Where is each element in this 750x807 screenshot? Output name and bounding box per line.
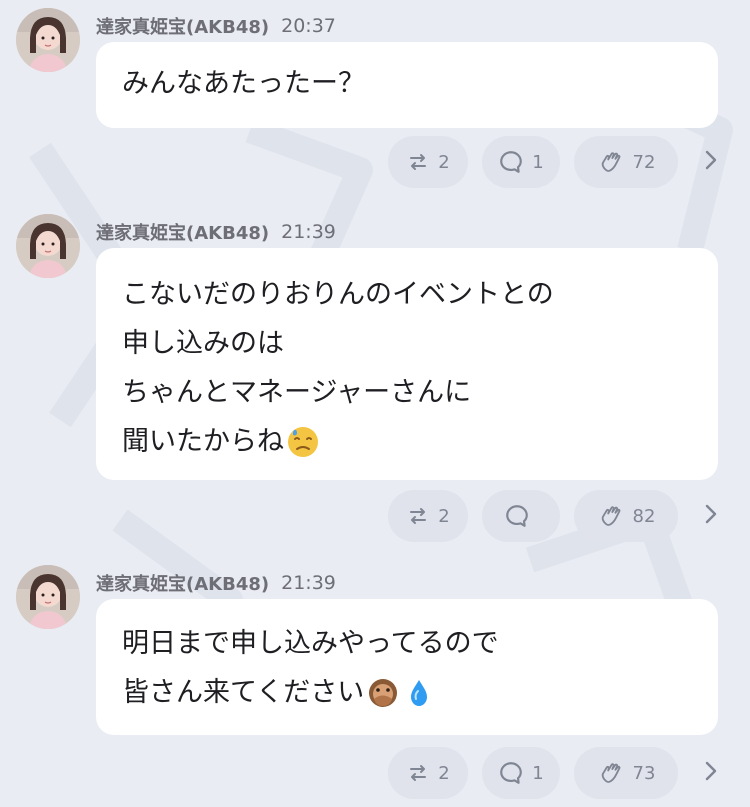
post-time: 21:39 [281, 572, 336, 594]
repost-button[interactable]: 2 [388, 136, 468, 188]
repost-count: 2 [438, 151, 450, 173]
clap-icon [597, 502, 625, 530]
message-line: 皆さん来てください [122, 668, 692, 717]
more-button[interactable] [698, 759, 724, 787]
repost-icon [406, 761, 430, 785]
message-bubble: 明日まで申し込みやってるので 皆さん来てください [96, 599, 718, 735]
comment-button[interactable]: 1 [482, 136, 560, 188]
message-line: 申し込みのは [122, 328, 284, 359]
message-line-text: 皆さん来てください [122, 677, 365, 708]
clap-count: 72 [632, 151, 656, 173]
more-button[interactable] [698, 502, 724, 530]
message-line: 明日まで申し込みやってるので [122, 628, 499, 659]
chevron-right-icon [704, 760, 718, 786]
post-meta: 達家真姫宝(AKB48) 21:39 [96, 218, 336, 246]
clap-icon [597, 148, 625, 176]
chevron-right-icon [704, 149, 718, 175]
post-meta: 達家真姫宝(AKB48) 21:39 [96, 569, 336, 597]
post: 達家真姫宝(AKB48) 21:39 明日まで申し込みやってるので 皆さん来てく… [0, 565, 750, 805]
avatar[interactable] [16, 214, 80, 278]
avatar[interactable] [16, 8, 80, 72]
author-name[interactable]: 達家真姫宝(AKB48) [96, 219, 269, 245]
clap-button[interactable]: 73 [574, 747, 678, 799]
message-line: ちゃんとマネージャーさんに [122, 377, 472, 408]
message-line: 聞いたからね [122, 417, 692, 466]
post-meta: 達家真姫宝(AKB48) 20:37 [96, 12, 336, 40]
clap-icon [597, 759, 625, 787]
message-line: みんなあたったー？ [122, 68, 365, 99]
chevron-right-icon [704, 503, 718, 529]
author-name[interactable]: 達家真姫宝(AKB48) [96, 13, 269, 39]
clap-button[interactable]: 72 [574, 136, 678, 188]
repost-button[interactable]: 2 [388, 747, 468, 799]
clap-count: 73 [632, 762, 656, 784]
downcast-face-with-sweat-icon [286, 425, 320, 459]
repost-button[interactable]: 2 [388, 490, 468, 542]
repost-icon [406, 150, 430, 174]
speak-no-evil-monkey-icon [366, 676, 400, 710]
author-name[interactable]: 達家真姫宝(AKB48) [96, 570, 269, 596]
avatar[interactable] [16, 565, 80, 629]
clap-count: 82 [632, 505, 656, 527]
comment-count: 1 [532, 151, 544, 173]
post: 達家真姫宝(AKB48) 21:39 こないだのりおりんのイベントとの 申し込み… [0, 214, 750, 544]
comment-icon [504, 503, 530, 529]
comment-icon [498, 760, 524, 786]
repost-count: 2 [438, 762, 450, 784]
message-bubble: こないだのりおりんのイベントとの 申し込みのは ちゃんとマネージャーさんに 聞い… [96, 248, 718, 480]
repost-icon [406, 504, 430, 528]
comment-icon [498, 149, 524, 175]
more-button[interactable] [698, 148, 724, 176]
comment-count: 1 [532, 762, 544, 784]
post-time: 20:37 [281, 15, 336, 37]
post: 達家真姫宝(AKB48) 20:37 みんなあたったー？ 2 1 72 [0, 8, 750, 188]
comment-button[interactable] [482, 490, 560, 542]
message-line-text: 聞いたからね [122, 426, 284, 457]
message-bubble: みんなあたったー？ [96, 42, 718, 128]
comment-button[interactable]: 1 [482, 747, 560, 799]
post-time: 21:39 [281, 221, 336, 243]
repost-count: 2 [438, 505, 450, 527]
clap-button[interactable]: 82 [574, 490, 678, 542]
message-line: こないだのりおりんのイベントとの [122, 279, 554, 310]
droplet-icon [402, 676, 436, 710]
